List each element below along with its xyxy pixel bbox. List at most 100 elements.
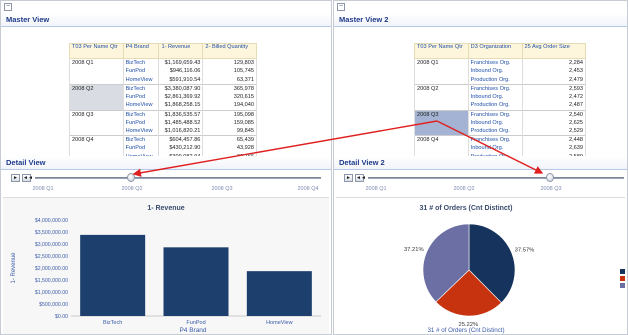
right-pane: − Master View 2 T03 Per Name Qtr D3 Orga… bbox=[333, 0, 628, 335]
revenue-cell: $3,380,087.90 bbox=[158, 83, 204, 93]
avg-order-size-cell: 2,639 bbox=[521, 144, 587, 154]
table-row: 2008 Q4 Franchises Org. 2,448 bbox=[414, 135, 587, 145]
table-row: HomeView $1,868,258.15 194,040 bbox=[69, 101, 257, 111]
y-tick-label: $3,000,000.00 bbox=[35, 242, 68, 248]
table-row: Inbound Org. 2,453 bbox=[414, 67, 587, 76]
qtr-cell bbox=[69, 127, 124, 136]
quantity-cell: 65,439 bbox=[202, 135, 257, 145]
revenue-cell: $1,836,535.57 bbox=[158, 109, 204, 119]
revenue-cell: $604,457.86 bbox=[158, 135, 204, 145]
legend-swatch bbox=[620, 283, 626, 288]
collapse-icon[interactable]: − bbox=[337, 3, 345, 11]
avg-order-size-cell: 2,472 bbox=[521, 92, 587, 102]
revenue-cell: $1,485,488.52 bbox=[158, 118, 204, 128]
rewind-icon[interactable]: ◄◄ bbox=[355, 174, 366, 182]
table-row: 2008 Q2 Franchises Org. 2,593 bbox=[414, 83, 587, 93]
brand-cell: BizTech bbox=[122, 58, 159, 68]
table-row: 2008 Q1 BizTech $1,169,659.43 129,803 bbox=[69, 58, 257, 68]
detail-view-2-title: Detail View 2 bbox=[334, 156, 627, 170]
organization-cell: Franchises Org. bbox=[467, 109, 523, 119]
revenue-cell: $1,868,258.15 bbox=[158, 101, 204, 111]
revenue-bar-chart: 1- Revenue 1- Revenue P4 Brand $0.00 $500… bbox=[11, 205, 321, 334]
master-view-2-table: T03 Per Name Qtr D3 Organization 25 Avg … bbox=[414, 43, 587, 163]
brand-cell: FunPod bbox=[122, 118, 159, 128]
brand-cell: BizTech bbox=[122, 135, 159, 145]
qtr-cell bbox=[414, 67, 469, 76]
x-tick-label: HomeView bbox=[266, 320, 293, 326]
avg-order-size-cell: 2,284 bbox=[521, 58, 587, 68]
col-header-brand[interactable]: P4 Brand bbox=[122, 43, 160, 59]
quantity-cell: 195,098 bbox=[202, 109, 257, 119]
play-icon[interactable]: ► bbox=[11, 174, 20, 182]
orders-chart-frame: 31 # of Orders (Cnt Distinct) 31 # of Or… bbox=[336, 197, 626, 334]
revenue-cell: $1,169,659.43 bbox=[158, 58, 204, 68]
avg-order-size-cell: 2,448 bbox=[521, 135, 587, 145]
col-header-avg-order-size[interactable]: 25 Avg Order Size bbox=[521, 43, 587, 59]
qtr-cell bbox=[414, 144, 469, 154]
qtr-cell bbox=[414, 118, 469, 128]
y-axis-label: 1- Revenue bbox=[11, 252, 17, 284]
qtr-cell bbox=[414, 127, 469, 136]
slider-label: 2008 Q2 bbox=[121, 186, 143, 192]
y-tick-label: $3,500,000.00 bbox=[35, 230, 68, 236]
brand-cell: HomeView bbox=[122, 127, 159, 136]
y-tick-label: $4,000,000.00 bbox=[35, 218, 68, 224]
collapse-icon[interactable]: − bbox=[4, 3, 12, 11]
legend-swatch bbox=[620, 276, 626, 281]
brand-cell: FunPod bbox=[122, 92, 159, 102]
rewind-icon[interactable]: ◄◄ bbox=[22, 174, 33, 182]
col-header-revenue[interactable]: 1- Revenue bbox=[158, 43, 204, 59]
table-row: HomeView $1,016,820.21 99,845 bbox=[69, 127, 257, 136]
bar bbox=[163, 247, 229, 316]
table-row: 2008 Q3 BizTech $1,836,535.57 195,098 bbox=[69, 109, 257, 119]
quantity-cell: 194,040 bbox=[202, 101, 257, 111]
play-icon[interactable]: ► bbox=[344, 174, 353, 182]
slider-track[interactable] bbox=[35, 177, 321, 179]
slider-thumb[interactable] bbox=[127, 173, 135, 182]
revenue-cell: $430,212.90 bbox=[158, 144, 204, 154]
slice-label: 25.22% bbox=[458, 322, 478, 328]
table-row: Production Org. 2,529 bbox=[414, 127, 587, 136]
qtr-cell bbox=[414, 92, 469, 102]
qtr-cell bbox=[69, 144, 124, 154]
qtr-cell: 2008 Q4 bbox=[69, 135, 124, 145]
quantity-cell: 159,085 bbox=[202, 118, 257, 128]
left-pane: − Master View T03 Per Name Qtr P4 Brand … bbox=[0, 0, 332, 335]
quantity-cell: 365,978 bbox=[202, 83, 257, 93]
quantity-cell: 43,928 bbox=[202, 144, 257, 154]
avg-order-size-cell: 2,625 bbox=[521, 118, 587, 128]
organization-cell: Inbound Org. bbox=[467, 144, 523, 154]
brand-cell: HomeView bbox=[122, 75, 159, 85]
organization-cell: Production Org. bbox=[467, 75, 523, 85]
qtr-cell bbox=[414, 101, 469, 111]
detail-view-title: Detail View bbox=[1, 156, 331, 170]
col-header-billed-qty[interactable]: 2- Billed Quantity bbox=[202, 43, 257, 59]
y-tick-label: $500,000.00 bbox=[39, 302, 68, 308]
organization-cell: Franchises Org. bbox=[467, 135, 523, 145]
master-view-table: T03 Per Name Qtr P4 Brand 1- Revenue 2- … bbox=[69, 43, 257, 163]
master-view-title: Master View bbox=[1, 13, 331, 27]
avg-order-size-cell: 2,453 bbox=[521, 67, 587, 76]
slider-label: 2008 Q4 bbox=[297, 186, 319, 192]
quantity-cell: 105,745 bbox=[202, 67, 257, 76]
slider-thumb[interactable] bbox=[546, 173, 554, 182]
chart-footer-label: 31 # of Orders (Cnt Distinct) bbox=[427, 327, 504, 334]
revenue-cell: $591,910.54 bbox=[158, 75, 204, 85]
avg-order-size-cell: 2,487 bbox=[521, 101, 587, 111]
col-header-qtr[interactable]: T03 Per Name Qtr bbox=[69, 43, 124, 59]
slider-track[interactable] bbox=[368, 177, 624, 179]
revenue-cell: $946,116.06 bbox=[158, 67, 204, 76]
table-row: Inbound Org. 2,639 bbox=[414, 144, 587, 154]
brand-cell: BizTech bbox=[122, 83, 159, 93]
col-header-organization[interactable]: D3 Organization bbox=[467, 43, 523, 59]
organization-cell: Franchises Org. bbox=[467, 83, 523, 93]
quarter-slider-2: ► ◄◄ 2008 Q1 2008 Q2 2008 Q3 bbox=[344, 173, 624, 197]
table-row: HomeView $591,910.54 63,371 bbox=[69, 75, 257, 85]
col-header-qtr[interactable]: T03 Per Name Qtr bbox=[414, 43, 469, 59]
organization-cell: Inbound Org. bbox=[467, 67, 523, 76]
y-tick-label: $2,000,000.00 bbox=[35, 266, 68, 272]
table-row: 2008 Q1 Franchises Org. 2,284 bbox=[414, 58, 587, 68]
organization-cell: Inbound Org. bbox=[467, 92, 523, 102]
qtr-cell bbox=[69, 101, 124, 111]
table-row: Inbound Org. 2,625 bbox=[414, 118, 587, 128]
